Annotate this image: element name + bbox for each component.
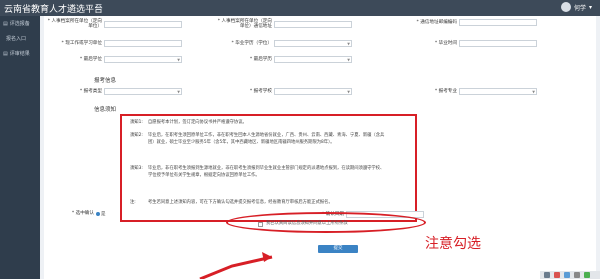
bars-icon[interactable]: ☰: [95, 3, 102, 12]
tray-icon[interactable]: [544, 272, 550, 278]
field-label: * 现工作或学习单位: [61, 40, 102, 46]
apply-type-field: * 报考类型 ▼: [44, 88, 182, 95]
chevron-down-icon: ▼: [347, 89, 350, 94]
archive-address-input[interactable]: [274, 20, 352, 28]
field-label: * 毕业时间: [434, 40, 457, 46]
notice-item: 须知3: 毕业后，非在职考生须报到生源地就业，非在职考生须报到毕业生就业主管部门规…: [130, 166, 388, 180]
annotation-text: 注意勾选: [425, 236, 481, 252]
postcode-field: * 通信地址邮编编码: [399, 19, 537, 26]
field-label: * 报考类型: [79, 88, 102, 94]
sidebar: ▤ 评选报备 报名入口 ▤ 评审结果: [0, 16, 40, 279]
chevron-down-icon: ▼: [177, 89, 180, 94]
tray-icon[interactable]: [554, 272, 560, 278]
chevron-down-icon: ▼: [347, 57, 350, 62]
apply-major-select[interactable]: ▼: [459, 88, 537, 95]
graduation-degree-field: * 毕业学历（学位） ▼: [214, 40, 352, 47]
chevron-down-icon: ▼: [532, 89, 535, 94]
field-label: * 选中确认: [71, 211, 94, 217]
notice-text: 毕业后，在职考生须回原单位工作，非在职考生回本人生源地省份就业，广西、贵州、云南…: [148, 133, 385, 145]
apply-major-field: * 报考专业 ▼: [399, 88, 537, 95]
field-label: * 人事档案所在单位（定向单位）: [47, 19, 102, 30]
apply-type-select[interactable]: ▼: [104, 88, 182, 95]
graduation-degree-select[interactable]: ▼: [274, 40, 352, 47]
work-unit-field: * 现工作或学习单位: [44, 40, 182, 47]
notice-key: 须知3:: [130, 166, 143, 171]
last-education-field: * 最后学历 ▼: [214, 56, 352, 63]
selection-radio[interactable]: 是: [96, 211, 106, 217]
tray-icon[interactable]: [564, 272, 570, 278]
submit-button[interactable]: 提交: [318, 245, 358, 253]
top-bar: 云南省教育人才遴选平台 ☰ 何学 ▾: [0, 0, 600, 16]
user-menu[interactable]: 何学 ▾: [560, 2, 592, 12]
postcode-input[interactable]: [459, 19, 537, 26]
sidebar-item-label: 评审结果: [9, 51, 30, 57]
system-tray: [540, 271, 600, 279]
avatar: [560, 2, 571, 12]
sidebar-item-label: 报名入口: [6, 36, 27, 42]
user-name: 何学: [573, 4, 586, 12]
notice-item: 须知1: 自愿报考本计划，签订定向协议书并严格遵守协议。: [130, 120, 388, 127]
notice-box: 须知1: 自愿报考本计划，签订定向协议书并严格遵守协议。 须知2: 毕业后，在职考生…: [120, 114, 417, 222]
graduation-time-field: * 毕业时间: [399, 40, 537, 47]
app-title: 云南省教育人才遴选平台: [4, 5, 104, 15]
radio-icon: [96, 212, 100, 216]
section-title-notice: 信息须知: [94, 107, 117, 113]
agree-text: 我已认真阅读信息须知并同意以上所有条款: [266, 221, 348, 226]
archive-address-field: * 人事档案所在单位（定向单位）通信地址: [214, 19, 352, 29]
main-panel: * 人事档案所在单位（定向单位） * 人事档案所在单位（定向单位）通信地址 * …: [44, 16, 596, 279]
chevron-down-icon: ▼: [177, 57, 180, 62]
field-label: * 人事档案所在单位（定向单位）通信地址: [217, 19, 272, 30]
form-row: * 现工作或学习单位 * 毕业学历（学位） ▼ * 毕业时间: [44, 40, 596, 54]
apply-school-field: * 报考学校 ▼: [214, 88, 352, 95]
section-title-apply: 报考信息: [94, 78, 117, 84]
chevron-down-icon: ▼: [347, 41, 350, 46]
tray-icon[interactable]: [584, 272, 590, 278]
notice-item: 须知2: 毕业后，在职考生须回原单位工作，非在职考生回本人生源地省份就业，广西、贵…: [130, 133, 388, 147]
archive-unit-field: * 人事档案所在单位（定向单位）: [44, 19, 182, 29]
sidebar-item-review-registration[interactable]: ▤ 评选报备: [0, 16, 40, 31]
field-label: * 报考学校: [249, 88, 272, 94]
tray-icon[interactable]: [574, 272, 580, 278]
field-label: * 通信地址邮编编码: [416, 19, 457, 25]
notice-text: 毕业后，非在职考生须报到生源地就业，非在职考生须报到毕业生就业主管部门规定的派遣…: [148, 166, 385, 178]
menu-icon: ▤: [3, 50, 8, 57]
notice-key: 须知1:: [130, 120, 143, 125]
apply-school-select[interactable]: ▼: [274, 88, 352, 95]
form-row: * 报考类型 ▼ * 报考学校 ▼ * 报考专业 ▼: [44, 88, 596, 102]
agree-checkbox[interactable]: [258, 222, 263, 227]
menu-icon: ▤: [3, 20, 8, 27]
field-label: * 毕业学历（学位）: [231, 40, 272, 46]
graduation-time-input[interactable]: [459, 40, 537, 47]
last-degree-field: * 最后学位 ▼: [44, 56, 182, 63]
archive-unit-input[interactable]: [104, 20, 182, 28]
notice-text: 考生若同意上述须知内容，可在下方确认勾选并提交报考信息，经省教育厅审核后方能正式…: [148, 200, 333, 205]
notice-item: 注: 考生若同意上述须知内容，可在下方确认勾选并提交报考信息，经省教育厅审核后方能…: [130, 200, 388, 207]
sidebar-item-review-results[interactable]: ▤ 评审结果: [0, 46, 40, 61]
form-row: * 最后学位 ▼ * 最后学历 ▼: [44, 56, 596, 70]
last-degree-select[interactable]: ▼: [104, 56, 182, 63]
field-label: * 最后学历: [249, 56, 272, 62]
field-label: * 最后学位: [79, 56, 102, 62]
selection-field: * 选中确认 是: [54, 211, 106, 217]
last-education-select[interactable]: ▼: [274, 56, 352, 63]
notice-key: 须知2:: [130, 133, 143, 138]
selection-value: 是: [101, 212, 106, 217]
work-unit-input[interactable]: [104, 40, 182, 47]
notice-text: 自愿报考本计划，签订定向协议书并严格遵守协议。: [148, 120, 247, 125]
sidebar-item-label: 评选报备: [9, 21, 30, 27]
sidebar-item-signup-entry[interactable]: 报名入口: [0, 31, 40, 46]
field-label: * 报考专业: [434, 88, 457, 94]
chevron-down-icon: ▾: [588, 3, 592, 11]
form-row: * 人事档案所在单位（定向单位） * 人事档案所在单位（定向单位）通信地址 * …: [44, 19, 596, 33]
notice-key: 注:: [130, 200, 136, 205]
